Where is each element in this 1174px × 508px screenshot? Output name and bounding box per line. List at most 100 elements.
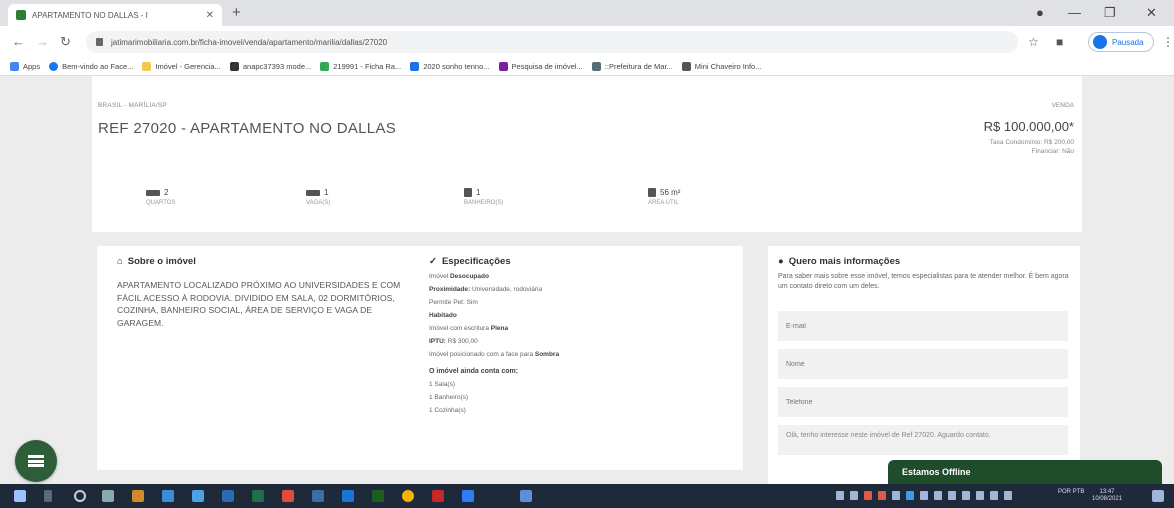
- browser-tab[interactable]: APARTAMENTO NO DALLAS - I ✕: [8, 4, 222, 26]
- spec-line: Imóvel com escritura Plena: [429, 325, 509, 332]
- condo-fee: Taxa Condomínio: R$ 200,00: [989, 139, 1074, 146]
- tray-icon[interactable]: [920, 491, 928, 500]
- language-indicator[interactable]: POR PTB: [1058, 489, 1084, 496]
- tray-icon[interactable]: [976, 491, 984, 500]
- shower-icon: [464, 188, 472, 197]
- bed-icon: [146, 189, 160, 196]
- app-icon[interactable]: [312, 490, 324, 502]
- bookmark-item[interactable]: anapc37393 mode...: [229, 62, 311, 71]
- notifications-icon[interactable]: [1152, 490, 1164, 502]
- tray-icon[interactable]: [836, 491, 844, 500]
- tray-icon[interactable]: [864, 491, 872, 500]
- profile-dot-icon[interactable]: ●: [1036, 5, 1044, 20]
- also-item: 1 Sala(s): [429, 381, 456, 388]
- home-icon: ⌂: [117, 256, 123, 267]
- specs-section: ✓ Especificações Imóvel Desocupado Proxim…: [429, 256, 729, 414]
- system-tray: [836, 491, 1012, 500]
- forward-icon[interactable]: →: [36, 34, 49, 49]
- minimize-icon[interactable]: —: [1068, 5, 1081, 20]
- bookmark-item[interactable]: 2020 sonho tenno...: [410, 62, 490, 71]
- address-bar[interactable]: jatimarimobiliaria.com.br/ficha-imovel/v…: [86, 31, 1018, 53]
- bookmark-item[interactable]: ::Prefeitura de Mar...: [591, 62, 673, 71]
- site-favicon-icon: [16, 10, 26, 20]
- app-icon[interactable]: [520, 490, 532, 502]
- tray-icon[interactable]: [892, 491, 900, 500]
- tray-icon[interactable]: [934, 491, 942, 500]
- app-icon[interactable]: [222, 490, 234, 502]
- cortana-icon[interactable]: [74, 490, 86, 502]
- close-window-icon[interactable]: ✕: [1146, 5, 1157, 21]
- also-item: 1 Banheiro(s): [429, 394, 469, 401]
- back-icon[interactable]: ←: [12, 34, 25, 49]
- spec-line: Imóvel Desocupado: [429, 273, 489, 280]
- tray-icon[interactable]: [1004, 491, 1012, 500]
- app-icon[interactable]: [342, 490, 354, 502]
- clock[interactable]: 13:47 10/08/2021: [1092, 489, 1122, 503]
- bookmark-star-icon[interactable]: ☆: [1028, 35, 1039, 49]
- tab-close-icon[interactable]: ✕: [206, 10, 214, 21]
- tray-icon[interactable]: [948, 491, 956, 500]
- floating-menu-button[interactable]: [15, 440, 57, 482]
- property-details-card: ⌂ Sobre o imóvel APARTAMENTO LOCALIZADO P…: [97, 246, 743, 470]
- app-icon[interactable]: [132, 490, 144, 502]
- app-icon[interactable]: [252, 490, 264, 502]
- bookmark-icon: [681, 62, 691, 71]
- bookmark-icon: [229, 62, 239, 71]
- app-icon[interactable]: [282, 490, 294, 502]
- bookmark-item[interactable]: Apps: [10, 62, 40, 71]
- page-content: BRASIL - MARÍLIA/SP REF 27020 - APARTAME…: [0, 76, 1174, 484]
- profile-button[interactable]: Pausada: [1088, 32, 1154, 52]
- reload-icon[interactable]: ↻: [60, 34, 71, 50]
- chat-widget[interactable]: Estamos Offline: [888, 460, 1162, 484]
- spec-line: Proximidade: Universidade, rodoviária: [429, 286, 543, 293]
- maximize-icon[interactable]: ❐: [1104, 5, 1116, 21]
- bookmark-item[interactable]: Pesquisa de imóvel...: [498, 62, 583, 71]
- lock-icon: [96, 38, 103, 46]
- name-field[interactable]: [778, 349, 1068, 379]
- search-icon[interactable]: [44, 490, 52, 502]
- breadcrumb: BRASIL - MARÍLIA/SP: [98, 102, 167, 109]
- browser-tab-strip: APARTAMENTO NO DALLAS - I ✕ + ● — ❐ ✕: [0, 0, 1174, 26]
- edge-icon[interactable]: [162, 490, 174, 502]
- contact-description: Para saber mais sobre esse imóvel, temos…: [778, 273, 1069, 290]
- spec-line: Habitado: [429, 312, 457, 319]
- app-icon[interactable]: [462, 490, 474, 502]
- chrome-icon[interactable]: [402, 490, 414, 502]
- bookmark-item[interactable]: Imóvel - Gerencia...: [142, 62, 221, 71]
- profile-label: Pausada: [1112, 37, 1144, 47]
- also-item: 1 Cozinha(s): [429, 407, 466, 414]
- about-text: APARTAMENTO LOCALIZADO PRÓXIMO AO UNIVER…: [117, 280, 401, 328]
- bookmark-icon: [320, 62, 330, 71]
- tray-icon[interactable]: [990, 491, 998, 500]
- top-strip: [92, 76, 1082, 92]
- menu-kebab-icon[interactable]: ⋮: [1162, 35, 1174, 49]
- new-tab-icon[interactable]: +: [232, 4, 241, 21]
- app-icon[interactable]: [192, 490, 204, 502]
- app-icon[interactable]: [432, 490, 444, 502]
- message-field[interactable]: Olá, tenho interesse neste imóvel de Ref…: [778, 425, 1068, 455]
- bookmark-item[interactable]: Mini Chaveiro Info...: [681, 62, 761, 71]
- app-icon[interactable]: [372, 490, 384, 502]
- bookmark-icon: [410, 62, 420, 71]
- bookmark-item[interactable]: 219991 - Ficha Ra...: [320, 62, 401, 71]
- feature-bathrooms: 1 BANHEIRO(S): [464, 188, 504, 206]
- tray-icon[interactable]: [906, 491, 914, 500]
- tray-icon[interactable]: [878, 491, 886, 500]
- email-field[interactable]: [778, 311, 1068, 341]
- price: R$ 100.000,00*: [983, 119, 1074, 134]
- bookmarks-bar: Apps Bem-vindo ao Face... Imóvel - Geren…: [0, 58, 1174, 76]
- extensions-icon[interactable]: ■: [1056, 35, 1063, 49]
- contact-title: Quero mais informações: [788, 256, 901, 267]
- ruler-icon: [648, 188, 656, 197]
- windows-start-icon[interactable]: [14, 490, 26, 502]
- os-taskbar: POR PTB 13:47 10/08/2021: [0, 484, 1174, 508]
- bookmark-item[interactable]: Bem-vindo ao Face...: [49, 62, 133, 71]
- check-icon: ✓: [429, 256, 437, 267]
- feature-bedrooms: 2 QUARTOS: [146, 188, 176, 206]
- task-view-icon[interactable]: [102, 490, 114, 502]
- financing-info: Financiar: Não: [1031, 148, 1074, 155]
- phone-field[interactable]: [778, 387, 1068, 417]
- feature-area: 56 m² ÁREA ÚTIL: [648, 188, 681, 206]
- tray-icon[interactable]: [962, 491, 970, 500]
- tray-icon[interactable]: [850, 491, 858, 500]
